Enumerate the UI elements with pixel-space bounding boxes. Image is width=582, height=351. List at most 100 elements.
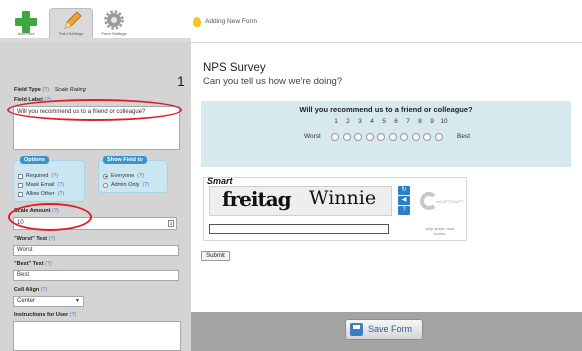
pencil-icon <box>64 11 82 29</box>
checkbox[interactable] <box>18 191 23 197</box>
radio-button[interactable] <box>103 182 108 188</box>
instructions-label: Instructions for User (?) <box>14 312 76 318</box>
scale-number: 7 <box>406 118 410 125</box>
nps-worst-label: Worst <box>304 133 321 140</box>
scale-number: 9 <box>430 118 434 125</box>
form-description: Can you tell us how we're doing? <box>203 76 343 87</box>
help-icon[interactable]: (?) <box>45 261 52 267</box>
save-disk-icon <box>350 323 363 336</box>
show-field-title: Show Field to <box>103 156 147 164</box>
captcha-tagline: stop spam. read books. <box>425 226 455 236</box>
help-icon[interactable]: (?) <box>57 191 64 197</box>
tab-form-settings[interactable]: Form Settings <box>92 8 136 38</box>
options-title: Options <box>20 156 49 164</box>
help-icon[interactable]: (?) <box>41 287 48 293</box>
options-panel: Options Required (?) Mask Email (?) Allow … <box>13 156 85 202</box>
tab-add-field-label: Add Field <box>17 31 35 36</box>
field-number: 1 <box>177 73 185 89</box>
cell-align-select[interactable]: Center ▼ <box>13 296 84 307</box>
stepper-arrows-icon[interactable]: ⇕ <box>168 220 174 227</box>
scale-number: 6 <box>394 118 398 125</box>
worst-text-value: Worst <box>17 247 33 253</box>
nps-radio[interactable] <box>365 133 374 141</box>
submit-button[interactable]: Submit <box>201 251 230 261</box>
help-icon[interactable]: (?) <box>42 87 49 93</box>
highlight-ellipse <box>7 99 182 121</box>
scale-number: 10 <box>440 118 448 125</box>
lightbulb-icon <box>193 17 201 27</box>
option-label: Everyone <box>111 173 135 179</box>
help-icon[interactable]: (?) <box>49 236 56 242</box>
scale-number: 5 <box>382 118 386 125</box>
help-icon[interactable]: (?) <box>142 182 149 188</box>
scale-number: 2 <box>346 118 350 125</box>
nps-radio[interactable] <box>388 133 397 141</box>
recaptcha-logo: reCAPTCHA™ <box>420 190 463 214</box>
audio-icon[interactable]: ◀ <box>398 196 410 205</box>
option-label: Admin Only <box>111 182 140 188</box>
field-type-value: Scale Rating <box>54 87 86 93</box>
help-icon[interactable]: (?) <box>70 312 77 318</box>
checkbox[interactable] <box>18 173 23 179</box>
option-mask-email[interactable]: Mask Email (?) <box>18 182 64 188</box>
nps-radio[interactable] <box>342 133 351 141</box>
nps-question: Will you recommend us to a friend or col… <box>299 105 473 114</box>
tab-add-field[interactable]: Add Field <box>4 8 48 38</box>
captcha-title: Smart <box>207 176 233 186</box>
gear-icon <box>104 10 124 30</box>
option-required[interactable]: Required (?) <box>18 173 58 179</box>
nps-radio[interactable] <box>411 133 420 141</box>
tab-form-settings-label: Form Settings <box>101 31 127 36</box>
cell-align-label: Cell Align (?) <box>14 287 47 293</box>
nps-radio[interactable] <box>377 133 385 141</box>
help-icon[interactable]: (?) <box>137 173 144 179</box>
option-label: Required <box>26 173 49 179</box>
instructions-input[interactable] <box>13 321 181 351</box>
scale-number: 3 <box>358 118 362 125</box>
tab-field-settings[interactable]: Field Settings <box>49 8 93 38</box>
cell-align-label-text: Cell Align <box>14 287 40 293</box>
field-type-label: Field Type (?) Scale Rating <box>14 87 86 93</box>
checkbox[interactable] <box>18 182 23 188</box>
show-admin-only[interactable]: Admin Only (?) <box>103 182 149 188</box>
help-icon[interactable]: (?) <box>57 182 64 188</box>
recaptcha-logo-text: reCAPTCHA™ <box>436 199 463 204</box>
worst-text-label: "Worst" Text (?) <box>14 236 55 242</box>
cell-align-value: Center <box>17 298 36 304</box>
captcha-word: freitag <box>222 187 292 211</box>
save-form-label: Save Form <box>368 324 413 334</box>
captcha-word: Winnie <box>309 187 377 209</box>
chevron-down-icon: ▼ <box>75 298 80 304</box>
show-field-panel: Show Field to Everyone (?) Admin Only (?) <box>98 156 168 193</box>
best-text-value: Best <box>17 272 30 278</box>
help-circle-icon[interactable]: ? <box>398 206 410 215</box>
nps-scale-numbers: 1 2 3 4 5 6 7 8 9 10 <box>330 118 450 125</box>
option-allow-other[interactable]: Allow Other (?) <box>18 191 64 197</box>
refresh-icon[interactable]: ↻ <box>398 186 410 195</box>
radio-button[interactable] <box>103 173 108 179</box>
page-title: Adding New Form <box>205 18 258 25</box>
nps-radio[interactable] <box>331 133 339 141</box>
form-title: NPS Survey <box>203 62 266 74</box>
captcha-input[interactable] <box>209 224 389 234</box>
worst-text-label-text: "Worst" Text <box>14 236 48 242</box>
nps-radio[interactable] <box>434 133 443 141</box>
nps-radio[interactable] <box>423 133 431 141</box>
scale-number: 8 <box>418 118 422 125</box>
field-type-label-text: Field Type <box>14 87 41 93</box>
best-text-label-text: "Best" Text <box>14 261 44 267</box>
help-icon[interactable]: (?) <box>51 173 58 179</box>
nps-radio[interactable] <box>354 133 362 141</box>
nps-radio[interactable] <box>400 133 408 141</box>
tab-field-settings-label: Field Settings <box>58 31 84 36</box>
nps-radio-group <box>331 133 446 141</box>
scale-number: 1 <box>334 118 338 125</box>
best-text-label: "Best" Text (?) <box>14 261 52 267</box>
instructions-label-text: Instructions for User <box>14 312 69 318</box>
nps-best-label: Best <box>457 133 471 140</box>
worst-text-input[interactable]: Worst <box>13 245 179 256</box>
save-form-button[interactable]: Save Form <box>345 319 423 340</box>
best-text-input[interactable]: Best <box>13 270 179 281</box>
show-everyone[interactable]: Everyone (?) <box>103 173 144 179</box>
option-label: Allow Other <box>26 191 55 197</box>
